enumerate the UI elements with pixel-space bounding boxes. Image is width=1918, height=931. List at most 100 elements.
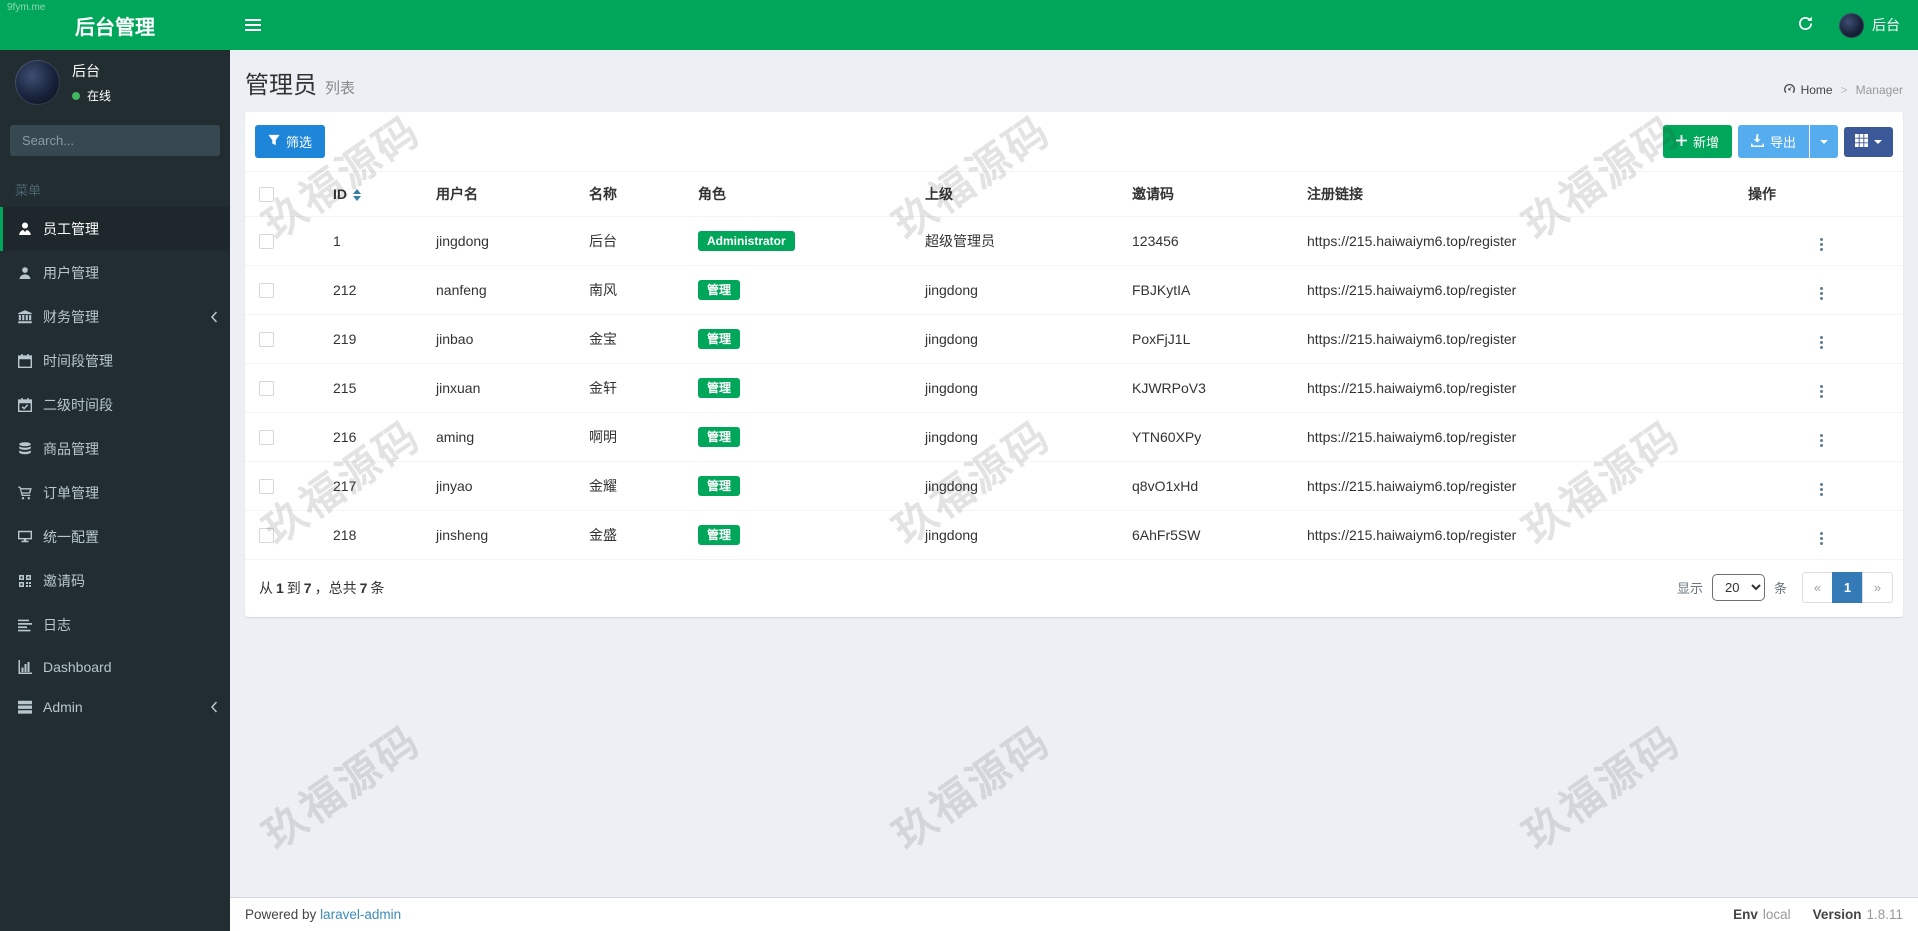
cell-name: 金宝 <box>581 314 690 364</box>
cell-parent: jingdong <box>917 412 1124 462</box>
main-content: 管理员列表 Home Manager 筛选 <box>230 50 1918 931</box>
cell-invite-code: PoxFjJ1L <box>1124 314 1299 364</box>
navbar-user-label: 后台 <box>1872 17 1900 33</box>
dashboard-icon <box>1783 82 1796 98</box>
table-row: 217 jinyao 金耀 管理 jingdong q8vO1xHd https… <box>245 461 1903 511</box>
user-tie-icon <box>16 222 33 236</box>
role-badge: 管理 <box>698 475 741 497</box>
cell-id: 219 <box>325 314 428 364</box>
grid-box: 筛选 新增 导出 ID 用户名 名称 角色 上级 邀请码 注册链接 操作 1 j… <box>245 112 1903 617</box>
role-badge: 管理 <box>698 377 741 399</box>
cell-parent: jingdong <box>917 363 1124 413</box>
row-checkbox[interactable] <box>259 430 274 446</box>
role-badge: 管理 <box>698 328 741 350</box>
row-actions-button[interactable] <box>1812 480 1831 499</box>
sidebar-item-9[interactable]: 日志 <box>0 603 230 647</box>
server-icon <box>16 700 33 714</box>
sidebar-item-3[interactable]: 时间段管理 <box>0 339 230 383</box>
calendar-icon <box>16 354 33 368</box>
breadcrumb: Home Manager <box>1783 82 1903 98</box>
export-button[interactable]: 导出 <box>1737 125 1809 158</box>
sidebar-item-10[interactable]: Dashboard <box>0 647 230 687</box>
sidebar-item-6[interactable]: 订单管理 <box>0 471 230 515</box>
search-button[interactable] <box>210 125 220 156</box>
filter-button[interactable]: 筛选 <box>255 125 326 158</box>
add-button[interactable]: 新增 <box>1662 125 1732 158</box>
grid-icon <box>1855 133 1868 150</box>
sidebar-menu: 员工管理 用户管理 财务管理 时间段管理 二级时间段 商品管理 订单管理 统一配… <box>0 207 230 727</box>
sidebar-search <box>10 125 220 156</box>
per-page-select[interactable]: 20 <box>1711 574 1765 601</box>
row-checkbox[interactable] <box>259 283 274 299</box>
export-dropdown-button[interactable] <box>1810 125 1838 158</box>
brand-title: 后台管理 <box>75 16 155 39</box>
laravel-admin-link[interactable]: laravel-admin <box>320 907 401 922</box>
cell-invite-code: YTN60XPy <box>1124 412 1299 462</box>
prev-page-button[interactable]: « <box>1802 572 1833 603</box>
row-actions-button[interactable] <box>1812 529 1831 548</box>
row-checkbox[interactable] <box>259 381 274 397</box>
row-actions-button[interactable] <box>1812 235 1831 254</box>
sidebar-user-status: 在线 <box>72 87 111 104</box>
brand[interactable]: 后台管理 <box>0 0 230 50</box>
cell-username: jingdong <box>428 216 581 266</box>
cell-register-link: https://215.haiwaiym6.top/register <box>1299 412 1740 462</box>
row-checkbox[interactable] <box>259 234 274 250</box>
table-row: 215 jinxuan 金轩 管理 jingdong KJWRPoV3 http… <box>245 363 1903 413</box>
row-actions-button[interactable] <box>1812 382 1831 401</box>
sidebar-item-1[interactable]: 用户管理 <box>0 251 230 295</box>
powered-by: Powered by laravel-admin <box>245 907 402 922</box>
breadcrumb-home-link[interactable]: Home <box>1783 82 1833 98</box>
navbar-user-menu[interactable]: 后台 <box>1839 12 1900 38</box>
cell-username: aming <box>428 412 581 462</box>
cell-id: 212 <box>325 265 428 315</box>
cell-parent: jingdong <box>917 314 1124 364</box>
cell-parent: 超级管理员 <box>917 216 1124 266</box>
search-input[interactable] <box>10 125 210 156</box>
row-actions-button[interactable] <box>1812 431 1831 450</box>
select-all-checkbox[interactable] <box>259 187 274 203</box>
role-badge: Administrator <box>698 230 795 252</box>
table-row: 1 jingdong 后台 Administrator 超级管理员 123456… <box>245 216 1903 266</box>
sidebar-item-2[interactable]: 财务管理 <box>0 295 230 339</box>
cell-register-link: https://215.haiwaiym6.top/register <box>1299 265 1740 315</box>
refresh-icon <box>1798 16 1813 34</box>
table-row: 218 jinsheng 金盛 管理 jingdong 6AhFr5SW htt… <box>245 510 1903 560</box>
column-selector-button[interactable] <box>1844 126 1893 157</box>
plus-icon <box>1675 134 1687 149</box>
sidebar-toggle-button[interactable] <box>230 0 276 50</box>
download-icon <box>1750 133 1764 150</box>
row-checkbox[interactable] <box>259 332 274 348</box>
row-actions-button[interactable] <box>1812 333 1831 352</box>
pagination-controls: 显示 20 条 « 1 » <box>1677 572 1893 603</box>
per-page-suffix-label: 条 <box>1773 581 1787 596</box>
sidebar-item-8[interactable]: 邀请码 <box>0 559 230 603</box>
table-header-row: ID 用户名 名称 角色 上级 邀请码 注册链接 操作 <box>245 171 1903 217</box>
chevron-left-icon <box>210 701 218 713</box>
bank-icon <box>16 310 33 324</box>
row-checkbox[interactable] <box>259 479 274 495</box>
cell-invite-code: FBJKytIA <box>1124 265 1299 315</box>
refresh-button[interactable] <box>1792 15 1819 35</box>
cell-parent: jingdong <box>917 265 1124 315</box>
cell-id: 217 <box>325 461 428 511</box>
role-badge: 管理 <box>698 279 741 301</box>
sidebar-item-4[interactable]: 二级时间段 <box>0 383 230 427</box>
cell-name: 金轩 <box>581 363 690 413</box>
admin-table: ID 用户名 名称 角色 上级 邀请码 注册链接 操作 1 jingdong 后… <box>245 171 1903 560</box>
row-actions-button[interactable] <box>1812 284 1831 303</box>
sidebar-item-5[interactable]: 商品管理 <box>0 427 230 471</box>
filter-icon <box>268 134 280 149</box>
table-body: 1 jingdong 后台 Administrator 超级管理员 123456… <box>245 216 1903 560</box>
row-checkbox[interactable] <box>259 528 274 544</box>
sidebar-user-name: 后台 <box>72 63 100 79</box>
column-header-parent: 上级 <box>917 171 1124 217</box>
user-icon <box>16 266 33 280</box>
cell-username: jinbao <box>428 314 581 364</box>
sidebar-item-11[interactable]: Admin <box>0 687 230 727</box>
next-page-button[interactable]: » <box>1862 572 1893 603</box>
sidebar-item-7[interactable]: 统一配置 <box>0 515 230 559</box>
sort-control[interactable] <box>353 189 361 202</box>
sidebar-item-0[interactable]: 员工管理 <box>0 207 230 251</box>
page-1-button[interactable]: 1 <box>1832 572 1863 603</box>
